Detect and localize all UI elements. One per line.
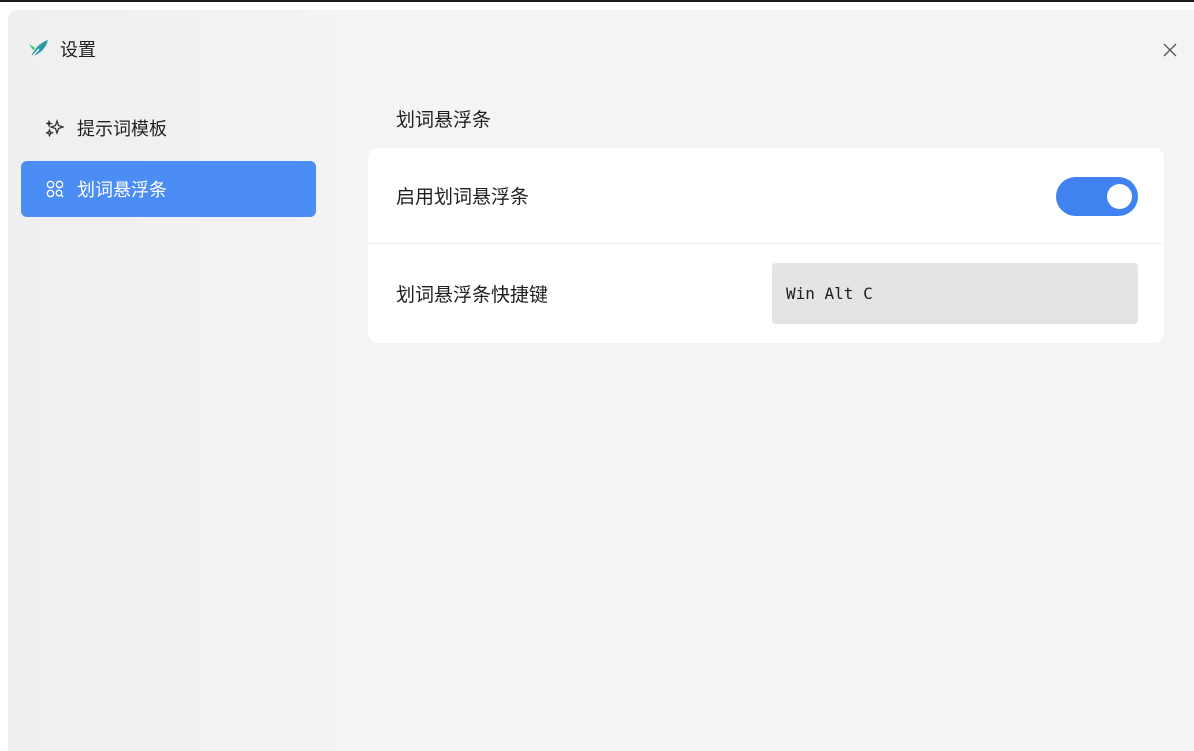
settings-card: 启用划词悬浮条 划词悬浮条快捷键 Win Alt C [368, 148, 1164, 343]
enable-toolbar-toggle[interactable] [1056, 177, 1138, 216]
enable-toolbar-label: 启用划词悬浮条 [396, 186, 530, 208]
settings-window: 设置 提示词模板 划词悬浮条 划词悬浮条 启用划词悬浮条 划词悬浮条快捷键 Wi… [8, 10, 1194, 751]
toggle-knob [1107, 184, 1132, 209]
setting-row-shortcut: 划词悬浮条快捷键 Win Alt C [368, 244, 1164, 343]
sidebar-item-label: 划词悬浮条 [77, 180, 167, 201]
apps-grid-icon [45, 179, 65, 199]
close-icon [1162, 42, 1178, 62]
sidebar-item-label: 提示词模板 [77, 119, 167, 140]
feather-icon [26, 36, 52, 62]
setting-row-enable: 启用划词悬浮条 [368, 148, 1164, 244]
sidebar-item-selection-toolbar[interactable]: 划词悬浮条 [21, 161, 316, 217]
shortcut-label: 划词悬浮条快捷键 [396, 284, 549, 306]
window-title-bar: 设置 [26, 34, 96, 64]
sidebar: 设置 提示词模板 划词悬浮条 [8, 10, 330, 751]
section-title: 划词悬浮条 [396, 109, 492, 131]
top-border-line [0, 0, 1194, 2]
sparkle-icon [45, 118, 65, 138]
sidebar-item-prompt-templates[interactable]: 提示词模板 [21, 100, 316, 156]
window-title: 设置 [60, 40, 96, 61]
close-button[interactable] [1158, 40, 1182, 64]
shortcut-input[interactable]: Win Alt C [772, 263, 1138, 324]
